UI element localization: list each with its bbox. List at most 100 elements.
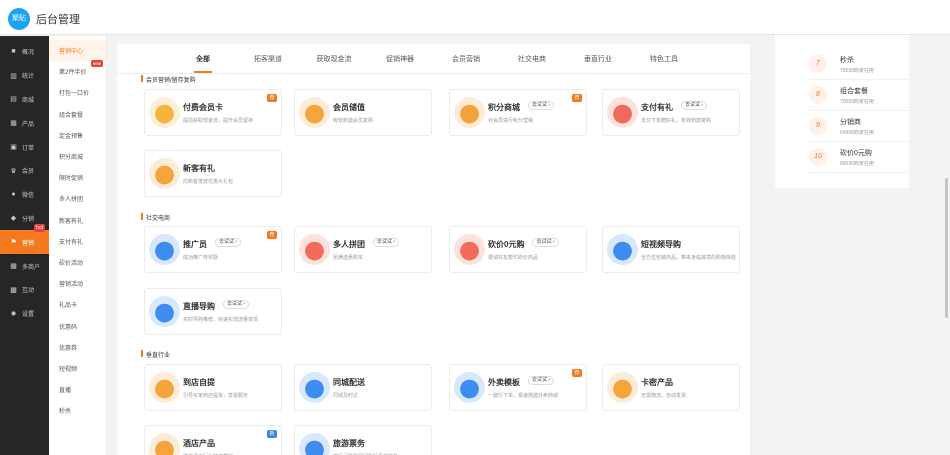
tool-card[interactable]: 支付有礼 去试试 › 支付下单赠好礼，有效刺激复购 [602, 89, 740, 136]
chevron-right-icon: › [393, 239, 396, 245]
popular-tool-name: 组合套餐 [840, 88, 868, 95]
sidebar-item-label: 统计 [22, 74, 35, 81]
section-title: 会员营销/留存复购 [141, 75, 196, 84]
sidebar-item-label: 设置 [22, 312, 35, 319]
sidebar-item[interactable]: ■ 概况 [0, 40, 49, 64]
tab-item[interactable]: 全部 [194, 54, 212, 73]
rank-badge: 7 [809, 55, 827, 73]
try-button[interactable]: 去试试 › [215, 238, 242, 247]
tool-card[interactable]: 积分商城 去试试 › 对会员进行积分营销 荐 [449, 89, 587, 136]
tab-item[interactable]: 会员营销 [452, 54, 480, 64]
try-button[interactable]: 去试试 › [532, 238, 559, 247]
card-title-text: 短视频导购 [641, 240, 681, 249]
card-title: 外卖模板 去试试 › [488, 376, 555, 388]
promoter-icon [149, 234, 180, 265]
sidebar-item[interactable]: ▦ 产品 [0, 111, 49, 135]
tab-item[interactable]: 特色工具 [650, 54, 678, 64]
submenu-item[interactable]: 营销活动 [49, 273, 106, 294]
tool-card[interactable]: 到店自提 引导买家到店提货，享受服务 [144, 364, 282, 411]
sidebar-item[interactable]: ▩ 互动 [0, 278, 49, 302]
page-scrollbar[interactable] [945, 178, 948, 318]
points-mall-icon [454, 97, 485, 128]
submenu-item[interactable]: 支付有礼 [49, 231, 106, 252]
tab-item[interactable]: 垂直行业 [584, 54, 612, 64]
sidebar-item[interactable]: ⚑ 营销 hot [0, 224, 49, 255]
chevron-right-icon: › [548, 102, 551, 108]
tool-card[interactable]: 多人拼团 去试试 › 团满送惠购买 [294, 226, 432, 273]
submenu-item[interactable]: 组合套餐 [49, 104, 106, 125]
try-button[interactable]: 去试试 › [373, 238, 400, 247]
rank-badge: 8 [809, 86, 827, 104]
card-desc: 无需物流，自动发货 [641, 393, 687, 399]
tool-card[interactable]: 付费会员卡 提前获取现金流，提升会员留存 荐 [144, 89, 282, 136]
tab-item[interactable]: 促销神器 [386, 54, 414, 64]
sidebar-item[interactable]: ▥ 统计 [0, 64, 49, 88]
submenu-item[interactable]: 打包一口价 [49, 82, 106, 103]
live-shopping-icon [149, 296, 180, 327]
submenu-item[interactable]: 多人拼团 [49, 188, 106, 209]
sidebar-item[interactable]: ♛ 会员 [0, 159, 49, 183]
submenu-item[interactable]: 直播 [49, 379, 106, 400]
submenu-item[interactable]: 第2件半价 new [49, 60, 106, 82]
submenu-item[interactable]: 定金预售 [49, 125, 106, 146]
tool-card[interactable]: 短视频导购 全方位包装商品，带来身临其境的购物体验 [602, 226, 740, 273]
popular-tool-name: 分销商 [840, 119, 861, 126]
card-title: 短视频导购 [641, 239, 681, 250]
card-title: 砍价0元购 去试试 › [488, 238, 559, 250]
popular-tool-item[interactable]: 10 砍价0元购 66690商家在用 [775, 142, 909, 173]
tool-card[interactable]: 砍价0元购 去试试 › 邀请好友帮忙砍价商品 [449, 226, 587, 273]
tool-card[interactable]: 直播导购 去试试 › 实时导购推荐，快速实现流量变现 [144, 288, 282, 335]
submenu-item[interactable]: 营销中心 [49, 40, 106, 62]
card-title: 积分商城 去试试 › [488, 101, 555, 113]
submenu-item[interactable]: 秒杀 [49, 400, 106, 421]
secondary-menu: 营销中心 第2件半价 new 打包一口价 组合套餐 定金预售 积分商城 限时促销多人拼团新客有… [49, 36, 107, 455]
card-title-text: 旅游票务 [333, 439, 365, 448]
tool-card[interactable]: 同城配送 同城及时达 [294, 364, 432, 411]
try-button[interactable]: 去试试 › [528, 101, 555, 110]
takeout-icon [454, 372, 485, 403]
tool-card[interactable]: 外卖模板 去试试 › 一键行下单，极速搭建外卖商城 荐 [449, 364, 587, 411]
hotel-icon [149, 433, 180, 455]
card-title-text: 多人拼团 [333, 240, 365, 249]
tool-card[interactable]: 卡密产品 无需物流，自动发货 [602, 364, 740, 411]
group-buy-icon [299, 234, 330, 265]
submenu-item[interactable]: 优惠券 [49, 337, 106, 358]
sidebar-item[interactable]: ▦ 多商户 [0, 254, 49, 278]
submenu-item[interactable]: 礼品卡 [49, 294, 106, 315]
try-button[interactable]: 去试试 › [528, 376, 555, 385]
sidebar-item[interactable]: ● 微信 [0, 183, 49, 207]
tool-card[interactable]: 酒店产品助力酒店行业精准营销新 [144, 425, 282, 455]
tab-item[interactable]: 拓客渠道 [254, 54, 282, 64]
submenu-item-label: 多人拼团 [59, 197, 84, 204]
sidebar-item[interactable]: ▤ 商城 [0, 88, 49, 112]
popular-tool-count: 69908商家在用 [840, 130, 874, 136]
tab-item[interactable]: 获取现金流 [317, 54, 352, 64]
chevron-right-icon: › [701, 102, 704, 108]
try-button[interactable]: 去试试 › [681, 101, 708, 110]
try-button[interactable]: 去试试 › [223, 300, 250, 309]
submenu-item-label: 第2件半价 [59, 70, 87, 77]
sidebar-item[interactable]: ▣ 订单 [0, 135, 49, 159]
app-title: 后台管理 [36, 14, 80, 26]
tool-card[interactable]: 新客有礼 向新客发放优惠大礼包 [144, 150, 282, 197]
card-key-icon [607, 372, 638, 403]
submenu-item[interactable]: 积分商城 [49, 146, 106, 167]
submenu-item[interactable]: 新客有礼 [49, 210, 106, 231]
tab-item[interactable]: 社交电商 [518, 54, 546, 64]
logo-icon[interactable]: 聚贴 [8, 8, 30, 30]
tool-card[interactable]: 推广员 去试试 › 成功推广传奖励 荐 [144, 226, 282, 273]
submenu-item[interactable]: 限时促销 [49, 167, 106, 188]
card-title-text: 支付有礼 [641, 103, 673, 112]
submenu-item[interactable]: 短视频 [49, 358, 106, 379]
submenu-item[interactable]: 砍价活动 [49, 252, 106, 273]
submenu-item[interactable]: 优惠码 [49, 315, 106, 336]
popular-tool-item[interactable]: 8 组合套餐 70093商家在用 [775, 80, 909, 111]
popular-tool-item[interactable]: 7 秒杀 75593商家在用 [775, 49, 909, 80]
card-desc: 同城及时达 [333, 393, 359, 399]
popular-tool-item[interactable]: 9 分销商 69908商家在用 [775, 111, 909, 142]
travel-ticket-icon [299, 433, 330, 455]
tool-card[interactable]: 会员储值 有效刺激会员复购 [294, 89, 432, 136]
popular-tools-panel: 7 秒杀 75593商家在用 8 组合套餐 70093商家在用 9 分销商 69908商家在用 1… [775, 35, 909, 188]
sidebar-item[interactable]: ✹ 设置 [0, 302, 49, 326]
tool-card[interactable]: 旅游票务旅行门票景区门票行程和票务 [294, 425, 432, 455]
